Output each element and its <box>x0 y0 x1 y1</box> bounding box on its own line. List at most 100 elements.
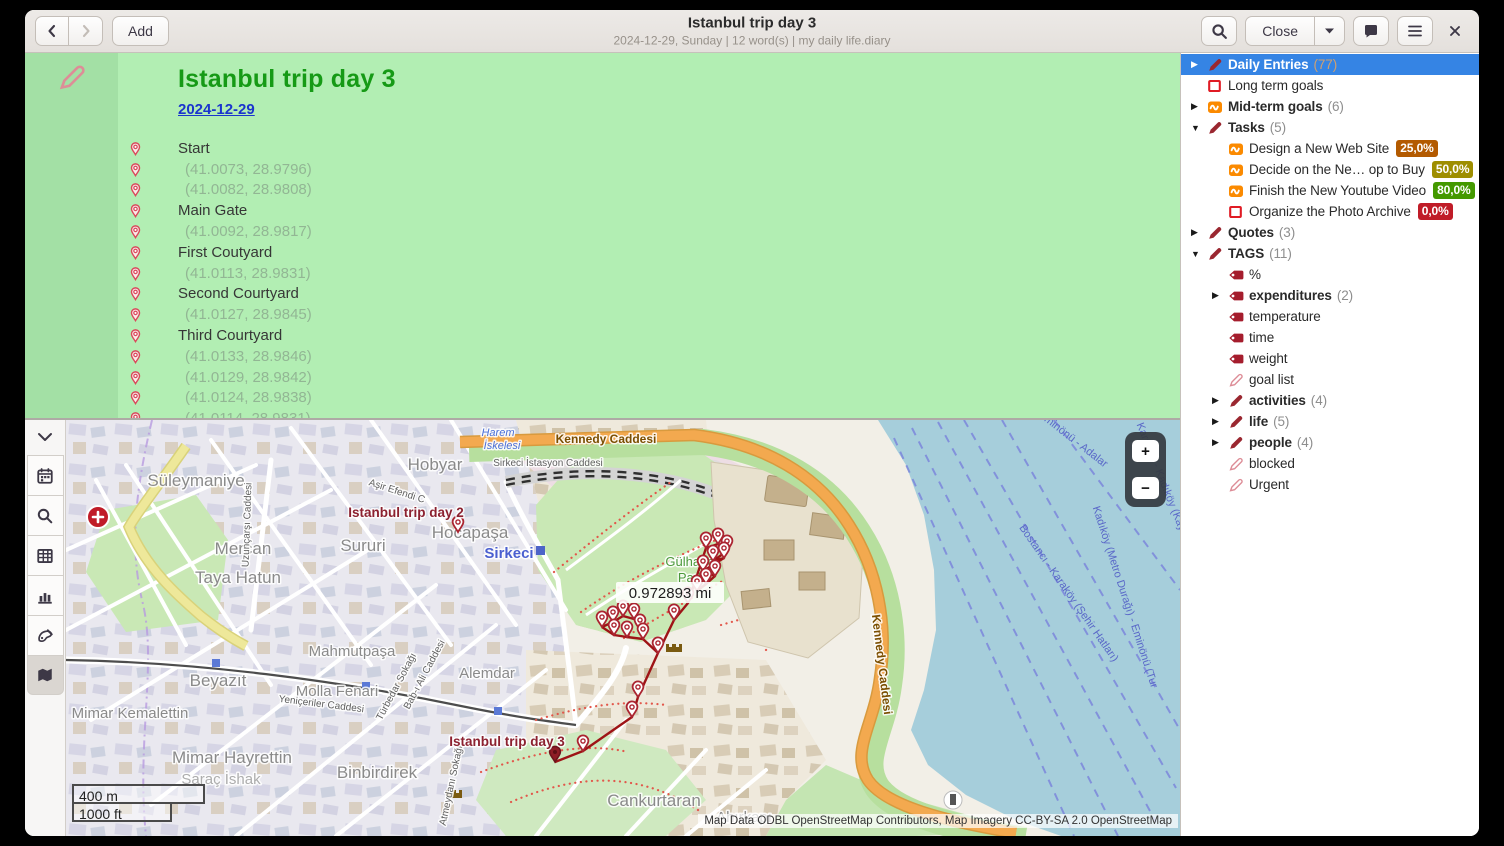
tree-item-tasks[interactable]: ▼ Tasks (5) <box>1181 117 1479 138</box>
close-entry-button[interactable]: Close <box>1245 16 1315 46</box>
tree-item-tags[interactable]: ▼ TAGS (11) <box>1181 243 1479 264</box>
table-view-button[interactable] <box>27 535 64 575</box>
search-button[interactable] <box>1201 16 1237 46</box>
entry-location-row: First Coutyard <box>128 242 1180 263</box>
tree-item-label: Urgent <box>1249 477 1289 492</box>
tree-item-weight[interactable]: weight <box>1181 348 1479 369</box>
hamburger-icon <box>1407 24 1423 38</box>
place-label: Binbirdirek <box>337 763 418 782</box>
map-pin-icon <box>128 203 143 218</box>
menu-button[interactable] <box>1397 16 1433 46</box>
close-dropdown-button[interactable] <box>1315 16 1345 46</box>
place-label: Beyazıt <box>190 671 247 690</box>
scale-metric: 400 m <box>72 784 205 804</box>
tree-item-quotes[interactable]: ▶ Quotes (3) <box>1181 222 1479 243</box>
wave-icon <box>1228 183 1244 199</box>
tree-item-organize-photos[interactable]: Organize the Photo Archive 0,0% <box>1181 201 1479 222</box>
location-text: (41.0114, 28.9831) <box>185 410 311 418</box>
tree-item-blocked[interactable]: blocked <box>1181 453 1479 474</box>
entry-location-row: (41.0133, 28.9846) <box>128 346 1180 367</box>
place-label: Mahmutpaşa <box>309 643 396 660</box>
chevron-down-icon <box>1324 27 1335 35</box>
calendar-view-button[interactable] <box>27 455 64 495</box>
location-text: (41.0127, 28.9845) <box>185 306 312 323</box>
map-scale: 400 m 1000 ft <box>72 784 205 822</box>
map-canvas[interactable]: Bostancı - Karaköy (Şehir Hatları) Kadık… <box>66 420 1180 836</box>
tree-item-long-term-goals[interactable]: Long term goals <box>1181 75 1479 96</box>
tree-item-label: temperature <box>1249 309 1321 324</box>
map-pin-icon <box>128 349 143 364</box>
tree-item-label: expenditures <box>1249 288 1332 303</box>
tree-item-urgent[interactable]: Urgent <box>1181 474 1479 495</box>
tree-item-count: (6) <box>1328 99 1344 114</box>
tree-item-label: Mid-term goals <box>1228 99 1323 114</box>
back-icon <box>44 23 60 39</box>
entry-editor[interactable]: Istanbul trip day 3 2024-12-29 Start (41… <box>25 53 1180 418</box>
place-label: İskelesi <box>484 440 521 452</box>
table-icon <box>36 547 54 565</box>
tree-item-expenditures[interactable]: ▶ expenditures (2) <box>1181 285 1479 306</box>
tree-item-decide-laptop[interactable]: Decide on the Ne… op to Buy 50,0% <box>1181 159 1479 180</box>
zoom-in-button[interactable]: + <box>1132 440 1159 462</box>
tree-item-daily-entries[interactable]: ▶ Daily Entries (77) <box>1181 54 1479 75</box>
expander-icon[interactable]: ▶ <box>1212 290 1228 301</box>
tree-item-people[interactable]: ▶ people (4) <box>1181 432 1479 453</box>
zoom-out-button[interactable]: − <box>1132 477 1159 499</box>
map-pin-icon <box>128 245 143 260</box>
place-label: Mimar Hayrettin <box>172 748 292 767</box>
tree-item-finish-video[interactable]: Finish the New Youtube Video 80,0% <box>1181 180 1479 201</box>
tree-item-design-web-site[interactable]: Design a New Web Site 25,0% <box>1181 138 1479 159</box>
theme-view-button[interactable] <box>27 615 64 655</box>
collapse-panel-button[interactable] <box>30 425 60 449</box>
expander-icon[interactable]: ▶ <box>1191 227 1207 238</box>
tree-item-temperature[interactable]: temperature <box>1181 306 1479 327</box>
bookmark-button[interactable] <box>1353 16 1389 46</box>
location-text: (41.0073, 28.9796) <box>185 161 312 178</box>
header-bar: Add Istanbul trip day 3 2024-12-29, Sund… <box>25 10 1479 53</box>
location-text: (41.0129, 28.9842) <box>185 369 312 386</box>
wave-icon <box>1228 141 1244 157</box>
tree-item-label: Daily Entries <box>1228 57 1309 72</box>
place-label: Taya Hatun <box>195 568 281 587</box>
tree-item-life[interactable]: ▶ life (5) <box>1181 411 1479 432</box>
window-close-button[interactable] <box>1441 16 1469 46</box>
map-pin-icon <box>128 162 143 177</box>
tree-item-activities[interactable]: ▶ activities (4) <box>1181 390 1479 411</box>
tree-item-count: (77) <box>1314 57 1338 72</box>
road-label-kennedy: Kennedy Caddesi <box>556 432 657 446</box>
chart-view-button[interactable] <box>27 575 64 615</box>
tree-item-time[interactable]: time <box>1181 327 1479 348</box>
scale-imperial: 1000 ft <box>72 802 172 822</box>
map-pin-icon <box>128 370 143 385</box>
location-text: Second Courtyard <box>178 285 299 302</box>
entry-location-row: Start <box>128 138 1180 159</box>
map-toolbar <box>25 420 66 836</box>
back-button[interactable] <box>35 16 69 46</box>
expander-icon[interactable]: ▶ <box>1212 416 1228 427</box>
add-button[interactable]: Add <box>112 16 169 46</box>
map-view-button[interactable] <box>27 655 64 695</box>
expander-icon[interactable]: ▶ <box>1212 437 1228 448</box>
tree-item-goal-list[interactable]: goal list <box>1181 369 1479 390</box>
route-distance-label: 0.972893 mi <box>629 585 712 602</box>
expander-icon[interactable]: ▶ <box>1191 59 1207 70</box>
entry-date-link[interactable]: 2024-12-29 <box>178 101 255 118</box>
location-text: Main Gate <box>178 202 247 219</box>
forward-button[interactable] <box>69 16 103 46</box>
expander-icon[interactable]: ▶ <box>1191 101 1207 112</box>
search-view-button[interactable] <box>27 495 64 535</box>
expander-icon[interactable]: ▶ <box>1212 395 1228 406</box>
entry-location-row: (41.0124, 28.9838) <box>128 388 1180 409</box>
expander-icon[interactable]: ▼ <box>1191 249 1207 259</box>
tree-item-percent-tag[interactable]: % <box>1181 264 1479 285</box>
map-pin-icon <box>128 411 143 418</box>
location-text: (41.0092, 28.9817) <box>185 223 312 240</box>
tag-icon <box>1228 288 1244 304</box>
tree-item-label: Finish the New Youtube Video <box>1249 183 1426 198</box>
place-label: Harem <box>481 427 514 439</box>
editor-body[interactable]: Istanbul trip day 3 2024-12-29 Start (41… <box>118 53 1180 418</box>
nav-button-group <box>35 16 103 46</box>
tree-item-label: time <box>1249 330 1274 345</box>
tree-item-mid-term-goals[interactable]: ▶ Mid-term goals (6) <box>1181 96 1479 117</box>
expander-icon[interactable]: ▼ <box>1191 123 1207 133</box>
